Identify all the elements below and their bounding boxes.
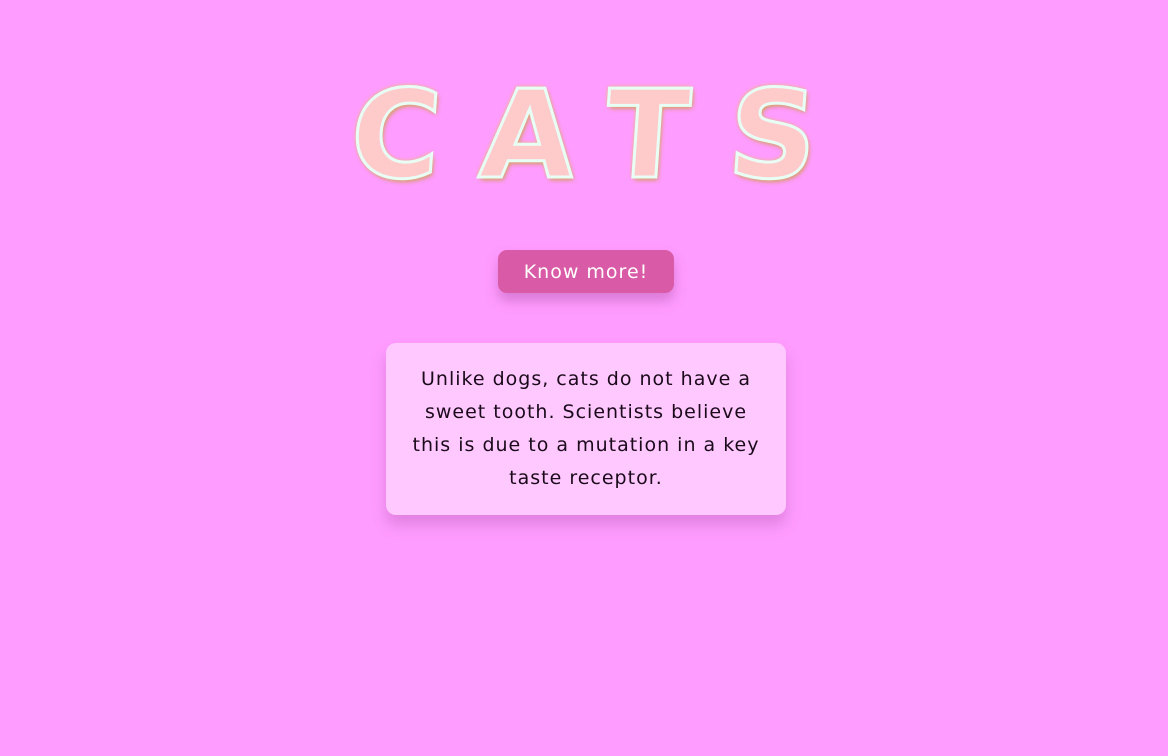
- fact-card: Unlike dogs, cats do not have a sweet to…: [386, 343, 786, 515]
- know-more-button[interactable]: Know more!: [498, 250, 674, 293]
- page-title: CATS: [345, 63, 864, 208]
- page: CATS Know more! Unlike dogs, cats do not…: [0, 0, 1168, 756]
- fact-text: Unlike dogs, cats do not have a sweet to…: [412, 368, 760, 489]
